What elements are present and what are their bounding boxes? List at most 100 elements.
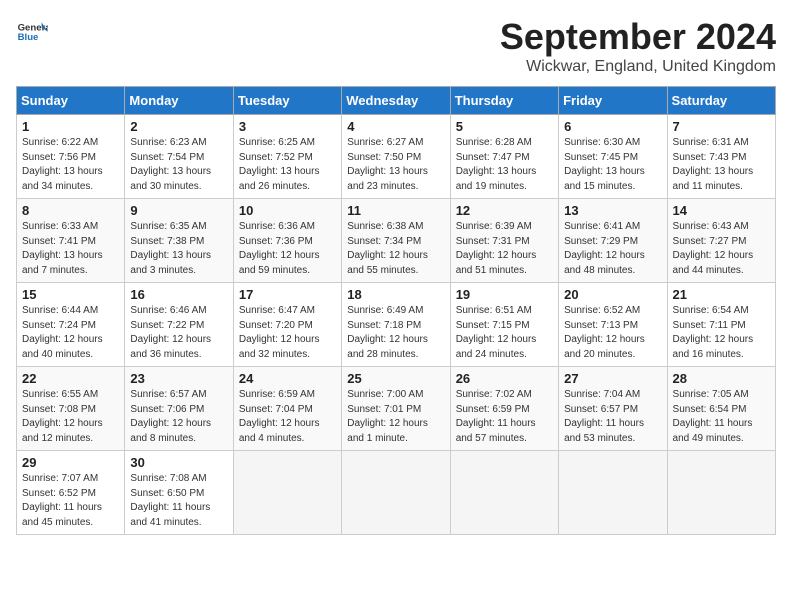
month-title: September 2024 xyxy=(500,16,776,58)
calendar-cell: 10 Sunrise: 6:36 AMSunset: 7:36 PMDayligh… xyxy=(233,199,341,283)
calendar-cell: 14 Sunrise: 6:43 AMSunset: 7:27 PMDayligh… xyxy=(667,199,775,283)
day-number: 20 xyxy=(564,287,661,302)
calendar-week-row: 29 Sunrise: 7:07 AMSunset: 6:52 PMDayligh… xyxy=(17,451,776,535)
day-number: 10 xyxy=(239,203,336,218)
calendar-cell: 22 Sunrise: 6:55 AMSunset: 7:08 PMDayligh… xyxy=(17,367,125,451)
day-detail: Sunrise: 7:07 AMSunset: 6:52 PMDaylight:… xyxy=(22,472,119,530)
calendar-week-row: 1Sunrise: 6:22 AMSunset: 7:56 PMDaylight… xyxy=(17,115,776,199)
weekday-header: Monday xyxy=(125,87,233,115)
calendar-cell: 3 Sunrise: 6:25 AMSunset: 7:52 PMDaylight… xyxy=(233,115,341,199)
calendar-cell: 17Sunrise: 6:47 AMSunset: 7:20 PMDayligh… xyxy=(233,283,341,367)
day-number: 29 xyxy=(22,455,119,470)
logo-icon: General Blue xyxy=(16,16,48,48)
day-number: 3 xyxy=(239,119,336,134)
calendar-cell: 26Sunrise: 7:02 AMSunset: 6:59 PMDayligh… xyxy=(450,367,558,451)
calendar-cell xyxy=(559,451,667,535)
day-number: 9 xyxy=(130,203,227,218)
weekday-header: Saturday xyxy=(667,87,775,115)
day-detail: Sunrise: 6:27 AMSunset: 7:50 PMDaylight:… xyxy=(347,136,444,194)
day-number: 16 xyxy=(130,287,227,302)
day-detail: Sunrise: 6:22 AMSunset: 7:56 PMDaylight:… xyxy=(22,136,119,194)
day-number: 7 xyxy=(673,119,770,134)
weekday-header: Tuesday xyxy=(233,87,341,115)
calendar-cell: 15 Sunrise: 6:44 AMSunset: 7:24 PMDayligh… xyxy=(17,283,125,367)
day-detail: Sunrise: 6:30 AMSunset: 7:45 PMDaylight:… xyxy=(564,136,661,194)
calendar-cell: 1Sunrise: 6:22 AMSunset: 7:56 PMDaylight… xyxy=(17,115,125,199)
day-number: 11 xyxy=(347,203,444,218)
day-detail: Sunrise: 6:46 AMSunset: 7:22 PMDaylight:… xyxy=(130,304,227,362)
calendar-cell: 27 Sunrise: 7:04 AMSunset: 6:57 PMDayligh… xyxy=(559,367,667,451)
day-detail: Sunrise: 7:02 AMSunset: 6:59 PMDaylight:… xyxy=(456,388,553,446)
day-detail: Sunrise: 6:25 AMSunset: 7:52 PMDaylight:… xyxy=(239,136,336,194)
day-number: 15 xyxy=(22,287,119,302)
calendar-header-row: SundayMondayTuesdayWednesdayThursdayFrid… xyxy=(17,87,776,115)
calendar-cell: 4 Sunrise: 6:27 AMSunset: 7:50 PMDaylight… xyxy=(342,115,450,199)
day-detail: Sunrise: 6:54 AMSunset: 7:11 PMDaylight:… xyxy=(673,304,770,362)
day-number: 24 xyxy=(239,371,336,386)
day-detail: Sunrise: 6:55 AMSunset: 7:08 PMDaylight:… xyxy=(22,388,119,446)
day-detail: Sunrise: 6:39 AMSunset: 7:31 PMDaylight:… xyxy=(456,220,553,278)
day-detail: Sunrise: 6:52 AMSunset: 7:13 PMDaylight:… xyxy=(564,304,661,362)
calendar-cell: 23Sunrise: 6:57 AMSunset: 7:06 PMDayligh… xyxy=(125,367,233,451)
calendar-cell: 19 Sunrise: 6:51 AMSunset: 7:15 PMDayligh… xyxy=(450,283,558,367)
day-detail: Sunrise: 6:44 AMSunset: 7:24 PMDaylight:… xyxy=(22,304,119,362)
day-detail: Sunrise: 6:51 AMSunset: 7:15 PMDaylight:… xyxy=(456,304,553,362)
day-number: 12 xyxy=(456,203,553,218)
calendar-cell xyxy=(233,451,341,535)
calendar-cell: 5 Sunrise: 6:28 AMSunset: 7:47 PMDaylight… xyxy=(450,115,558,199)
location: Wickwar, England, United Kingdom xyxy=(500,58,776,76)
calendar-week-row: 8 Sunrise: 6:33 AMSunset: 7:41 PMDaylight… xyxy=(17,199,776,283)
day-detail: Sunrise: 7:04 AMSunset: 6:57 PMDaylight:… xyxy=(564,388,661,446)
day-number: 27 xyxy=(564,371,661,386)
weekday-header: Thursday xyxy=(450,87,558,115)
day-detail: Sunrise: 6:36 AMSunset: 7:36 PMDaylight:… xyxy=(239,220,336,278)
calendar-cell: 25Sunrise: 7:00 AMSunset: 7:01 PMDayligh… xyxy=(342,367,450,451)
calendar-body: 1Sunrise: 6:22 AMSunset: 7:56 PMDaylight… xyxy=(17,115,776,535)
day-number: 4 xyxy=(347,119,444,134)
day-detail: Sunrise: 6:57 AMSunset: 7:06 PMDaylight:… xyxy=(130,388,227,446)
day-number: 6 xyxy=(564,119,661,134)
day-detail: Sunrise: 6:43 AMSunset: 7:27 PMDaylight:… xyxy=(673,220,770,278)
day-number: 28 xyxy=(673,371,770,386)
weekday-header: Wednesday xyxy=(342,87,450,115)
logo: General Blue xyxy=(16,16,48,48)
calendar-cell: 12 Sunrise: 6:39 AMSunset: 7:31 PMDayligh… xyxy=(450,199,558,283)
day-number: 30 xyxy=(130,455,227,470)
day-number: 19 xyxy=(456,287,553,302)
day-number: 8 xyxy=(22,203,119,218)
day-number: 22 xyxy=(22,371,119,386)
day-detail: Sunrise: 6:33 AMSunset: 7:41 PMDaylight:… xyxy=(22,220,119,278)
day-detail: Sunrise: 6:23 AMSunset: 7:54 PMDaylight:… xyxy=(130,136,227,194)
day-number: 2 xyxy=(130,119,227,134)
calendar-cell: 21Sunrise: 6:54 AMSunset: 7:11 PMDayligh… xyxy=(667,283,775,367)
calendar-cell: 9 Sunrise: 6:35 AMSunset: 7:38 PMDaylight… xyxy=(125,199,233,283)
day-number: 18 xyxy=(347,287,444,302)
day-detail: Sunrise: 6:31 AMSunset: 7:43 PMDaylight:… xyxy=(673,136,770,194)
day-detail: Sunrise: 6:35 AMSunset: 7:38 PMDaylight:… xyxy=(130,220,227,278)
calendar-cell: 20 Sunrise: 6:52 AMSunset: 7:13 PMDayligh… xyxy=(559,283,667,367)
calendar-cell: 28Sunrise: 7:05 AMSunset: 6:54 PMDayligh… xyxy=(667,367,775,451)
calendar-cell: 13Sunrise: 6:41 AMSunset: 7:29 PMDayligh… xyxy=(559,199,667,283)
day-number: 5 xyxy=(456,119,553,134)
calendar-week-row: 22 Sunrise: 6:55 AMSunset: 7:08 PMDayligh… xyxy=(17,367,776,451)
calendar-cell: 30 Sunrise: 7:08 AMSunset: 6:50 PMDayligh… xyxy=(125,451,233,535)
title-block: September 2024 Wickwar, England, United … xyxy=(500,16,776,76)
day-number: 25 xyxy=(347,371,444,386)
day-number: 13 xyxy=(564,203,661,218)
weekday-header: Sunday xyxy=(17,87,125,115)
day-detail: Sunrise: 7:08 AMSunset: 6:50 PMDaylight:… xyxy=(130,472,227,530)
calendar-cell: 24 Sunrise: 6:59 AMSunset: 7:04 PMDayligh… xyxy=(233,367,341,451)
svg-text:Blue: Blue xyxy=(18,32,39,43)
calendar-table: SundayMondayTuesdayWednesdayThursdayFrid… xyxy=(16,86,776,535)
day-number: 17 xyxy=(239,287,336,302)
calendar-cell: 11 Sunrise: 6:38 AMSunset: 7:34 PMDayligh… xyxy=(342,199,450,283)
day-detail: Sunrise: 6:28 AMSunset: 7:47 PMDaylight:… xyxy=(456,136,553,194)
calendar-cell: 29 Sunrise: 7:07 AMSunset: 6:52 PMDayligh… xyxy=(17,451,125,535)
day-detail: Sunrise: 6:38 AMSunset: 7:34 PMDaylight:… xyxy=(347,220,444,278)
calendar-week-row: 15 Sunrise: 6:44 AMSunset: 7:24 PMDayligh… xyxy=(17,283,776,367)
day-number: 14 xyxy=(673,203,770,218)
calendar-cell: 18Sunrise: 6:49 AMSunset: 7:18 PMDayligh… xyxy=(342,283,450,367)
calendar-cell: 8 Sunrise: 6:33 AMSunset: 7:41 PMDaylight… xyxy=(17,199,125,283)
day-detail: Sunrise: 6:59 AMSunset: 7:04 PMDaylight:… xyxy=(239,388,336,446)
calendar-cell: 2 Sunrise: 6:23 AMSunset: 7:54 PMDaylight… xyxy=(125,115,233,199)
